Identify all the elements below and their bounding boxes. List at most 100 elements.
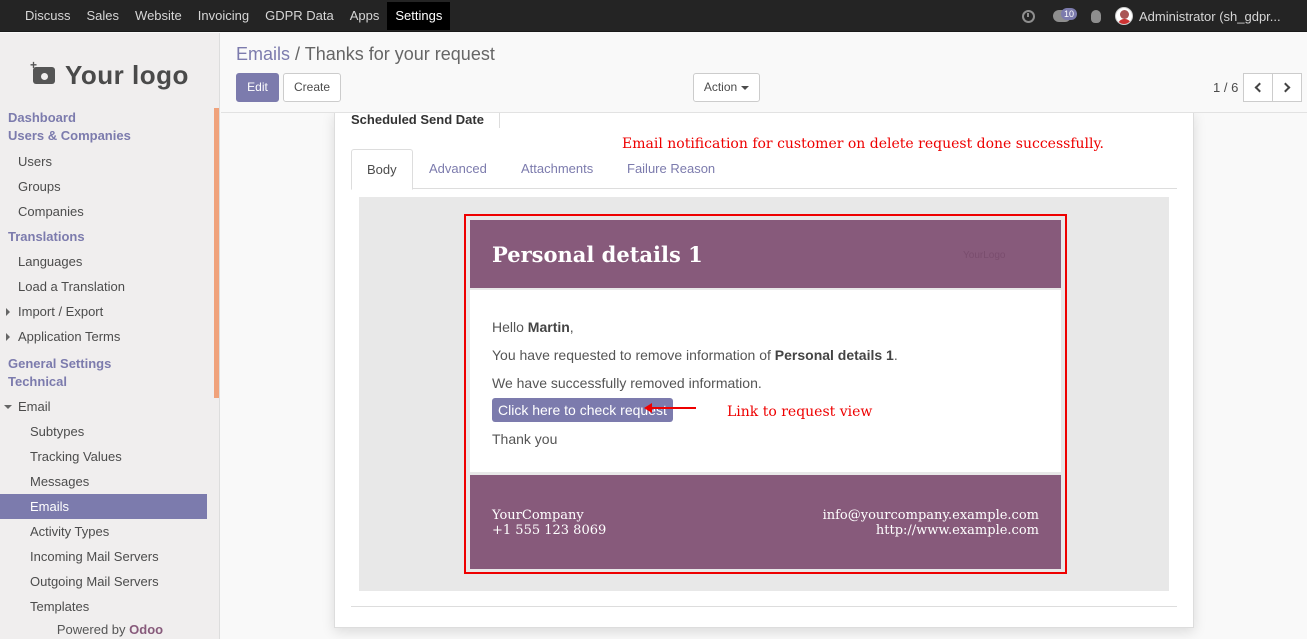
- tab-advanced[interactable]: Advanced: [412, 149, 504, 189]
- sidebar-item-subtypes[interactable]: Subtypes: [0, 419, 214, 444]
- powered-by-label: Powered by: [56, 622, 126, 637]
- scheduled-send-date-label: Scheduled Send Date: [351, 112, 484, 127]
- sidebar-item-activity-types[interactable]: Activity Types: [0, 519, 214, 544]
- camera-icon: [30, 58, 55, 84]
- email-thanks: Thank you: [492, 431, 558, 447]
- menu-gdpr-data[interactable]: GDPR Data: [257, 2, 342, 30]
- tab-body[interactable]: Body: [351, 149, 413, 190]
- breadcrumb: Emails / Thanks for your request: [236, 44, 495, 65]
- powered-by: Powered by Odoo: [0, 622, 219, 639]
- user-menu[interactable]: Administrator (sh_gdpr...: [1139, 9, 1307, 24]
- chevron-right-icon: [1280, 82, 1291, 93]
- menu-invoicing[interactable]: Invoicing: [190, 2, 257, 30]
- email-title: Personal details 1: [492, 242, 703, 267]
- annotation-arrow-icon: [644, 403, 696, 413]
- sidebar-item-users[interactable]: Users: [0, 149, 214, 174]
- sidebar-item-email[interactable]: Email: [0, 394, 214, 419]
- pager-value[interactable]: 1 / 6: [1213, 80, 1238, 95]
- sidebar-section-technical[interactable]: Technical: [0, 373, 214, 391]
- highlight-frame: Personal details 1 YourLogo Hello Martin…: [464, 214, 1067, 574]
- top-navbar: Discuss Sales Website Invoicing GDPR Dat…: [0, 0, 1307, 32]
- greeting-suffix: ,: [569, 319, 574, 335]
- sidebar-item-languages[interactable]: Languages: [0, 249, 214, 274]
- sidebar: Your logo Dashboard Users & Companies Us…: [0, 33, 220, 639]
- activity-clock-icon[interactable]: [1022, 9, 1035, 23]
- company-website[interactable]: http://www.example.com: [823, 523, 1039, 538]
- tab-attachments[interactable]: Attachments: [504, 149, 610, 189]
- sidebar-item-outgoing-mail-servers[interactable]: Outgoing Mail Servers: [0, 569, 214, 594]
- powered-by-brand[interactable]: Odoo: [129, 622, 163, 637]
- breadcrumb-current: Thanks for your request: [304, 44, 495, 64]
- menu-website[interactable]: Website: [127, 2, 190, 30]
- user-avatar[interactable]: [1115, 7, 1133, 25]
- sidebar-item-emails[interactable]: Emails: [0, 494, 207, 519]
- sidebar-item-tracking-values[interactable]: Tracking Values: [0, 444, 214, 469]
- chat-count-badge: 10: [1061, 8, 1078, 20]
- action-dropdown[interactable]: Action: [693, 73, 760, 102]
- create-button[interactable]: Create: [283, 73, 341, 102]
- email-footer: YourCompany +1 555 123 8069 info@yourcom…: [470, 475, 1061, 569]
- sidebar-item-import-export[interactable]: Import / Export: [0, 299, 214, 324]
- form-sheet: Scheduled Send Date Email notification f…: [334, 112, 1194, 628]
- menu-settings[interactable]: Settings: [387, 2, 451, 30]
- pager-previous-button[interactable]: [1243, 73, 1273, 102]
- sidebar-item-companies[interactable]: Companies: [0, 199, 214, 224]
- request-subject: Personal details 1: [774, 347, 894, 363]
- chat-icon[interactable]: 10: [1053, 8, 1078, 22]
- sidebar-item-incoming-mail-servers[interactable]: Incoming Mail Servers: [0, 544, 214, 569]
- sidebar-item-label: Import / Export: [18, 304, 104, 319]
- field-divider: [499, 113, 500, 128]
- sidebar-scrollbar[interactable]: [214, 108, 219, 398]
- company-email[interactable]: info@yourcompany.example.com: [823, 508, 1039, 523]
- company-logo: Your logo: [30, 55, 189, 95]
- sidebar-item-load-translation[interactable]: Load a Translation: [0, 274, 214, 299]
- form-view: Scheduled Send Date Email notification f…: [221, 112, 1307, 639]
- email-header: Personal details 1 YourLogo: [470, 220, 1061, 288]
- sidebar-item-label: Email: [18, 399, 51, 414]
- request-line-suffix: .: [893, 347, 898, 363]
- breadcrumb-emails-link[interactable]: Emails: [236, 44, 290, 64]
- expand-arrow-icon: [6, 333, 10, 341]
- chevron-left-icon: [1254, 82, 1265, 93]
- debug-bug-icon[interactable]: [1091, 9, 1101, 23]
- notebook-tabs: Body Advanced Attachments Failure Reason: [351, 149, 1177, 190]
- app-menu: Discuss Sales Website Invoicing GDPR Dat…: [17, 0, 451, 32]
- action-dropdown-label: Action: [703, 80, 738, 94]
- email-request-line: You have requested to remove information…: [492, 347, 898, 363]
- caret-down-icon: [741, 85, 750, 90]
- breadcrumb-separator: /: [295, 44, 301, 64]
- company-phone: +1 555 123 8069: [492, 523, 607, 538]
- sidebar-section-general-settings[interactable]: General Settings: [0, 355, 214, 373]
- email-content: Hello Martin, You have requested to remo…: [470, 290, 1061, 472]
- menu-apps[interactable]: Apps: [342, 2, 388, 30]
- tab-failure-reason[interactable]: Failure Reason: [610, 149, 732, 189]
- expand-arrow-icon: [6, 308, 10, 316]
- sidebar-item-application-terms[interactable]: Application Terms: [0, 324, 214, 349]
- menu-sales[interactable]: Sales: [79, 2, 128, 30]
- systray: 10 Administrator (sh_gdpr...: [1022, 0, 1307, 32]
- email-body-preview: Personal details 1 YourLogo Hello Martin…: [359, 197, 1169, 591]
- sheet-divider: [351, 606, 1177, 607]
- sidebar-section-users-companies[interactable]: Users & Companies: [0, 127, 214, 145]
- email-greeting: Hello Martin,: [492, 319, 574, 335]
- sidebar-item-label: Application Terms: [18, 329, 121, 344]
- footer-company-info: YourCompany +1 555 123 8069: [492, 508, 606, 538]
- footer-contact-info: info@yourcompany.example.com http://www.…: [823, 508, 1039, 538]
- collapse-arrow-icon: [4, 405, 12, 409]
- menu-discuss[interactable]: Discuss: [17, 2, 79, 30]
- sidebar-item-messages[interactable]: Messages: [0, 469, 214, 494]
- greeting-prefix: Hello: [492, 319, 528, 335]
- customer-name: Martin: [527, 319, 570, 335]
- sidebar-item-groups[interactable]: Groups: [0, 174, 214, 199]
- company-name: YourCompany: [492, 508, 584, 523]
- logo-text: Your logo: [65, 59, 189, 90]
- sidebar-section-translations[interactable]: Translations: [0, 228, 214, 246]
- settings-nav: Dashboard Users & Companies Users Groups…: [0, 109, 214, 619]
- sidebar-item-templates[interactable]: Templates: [0, 594, 214, 619]
- email-removed-line: We have successfully removed information…: [492, 375, 762, 391]
- email-logo: YourLogo: [963, 250, 1006, 261]
- pager-next-button[interactable]: [1272, 73, 1302, 102]
- edit-button[interactable]: Edit: [236, 73, 279, 102]
- request-line-prefix: You have requested to remove information…: [492, 347, 775, 363]
- sidebar-section-dashboard[interactable]: Dashboard: [0, 109, 214, 127]
